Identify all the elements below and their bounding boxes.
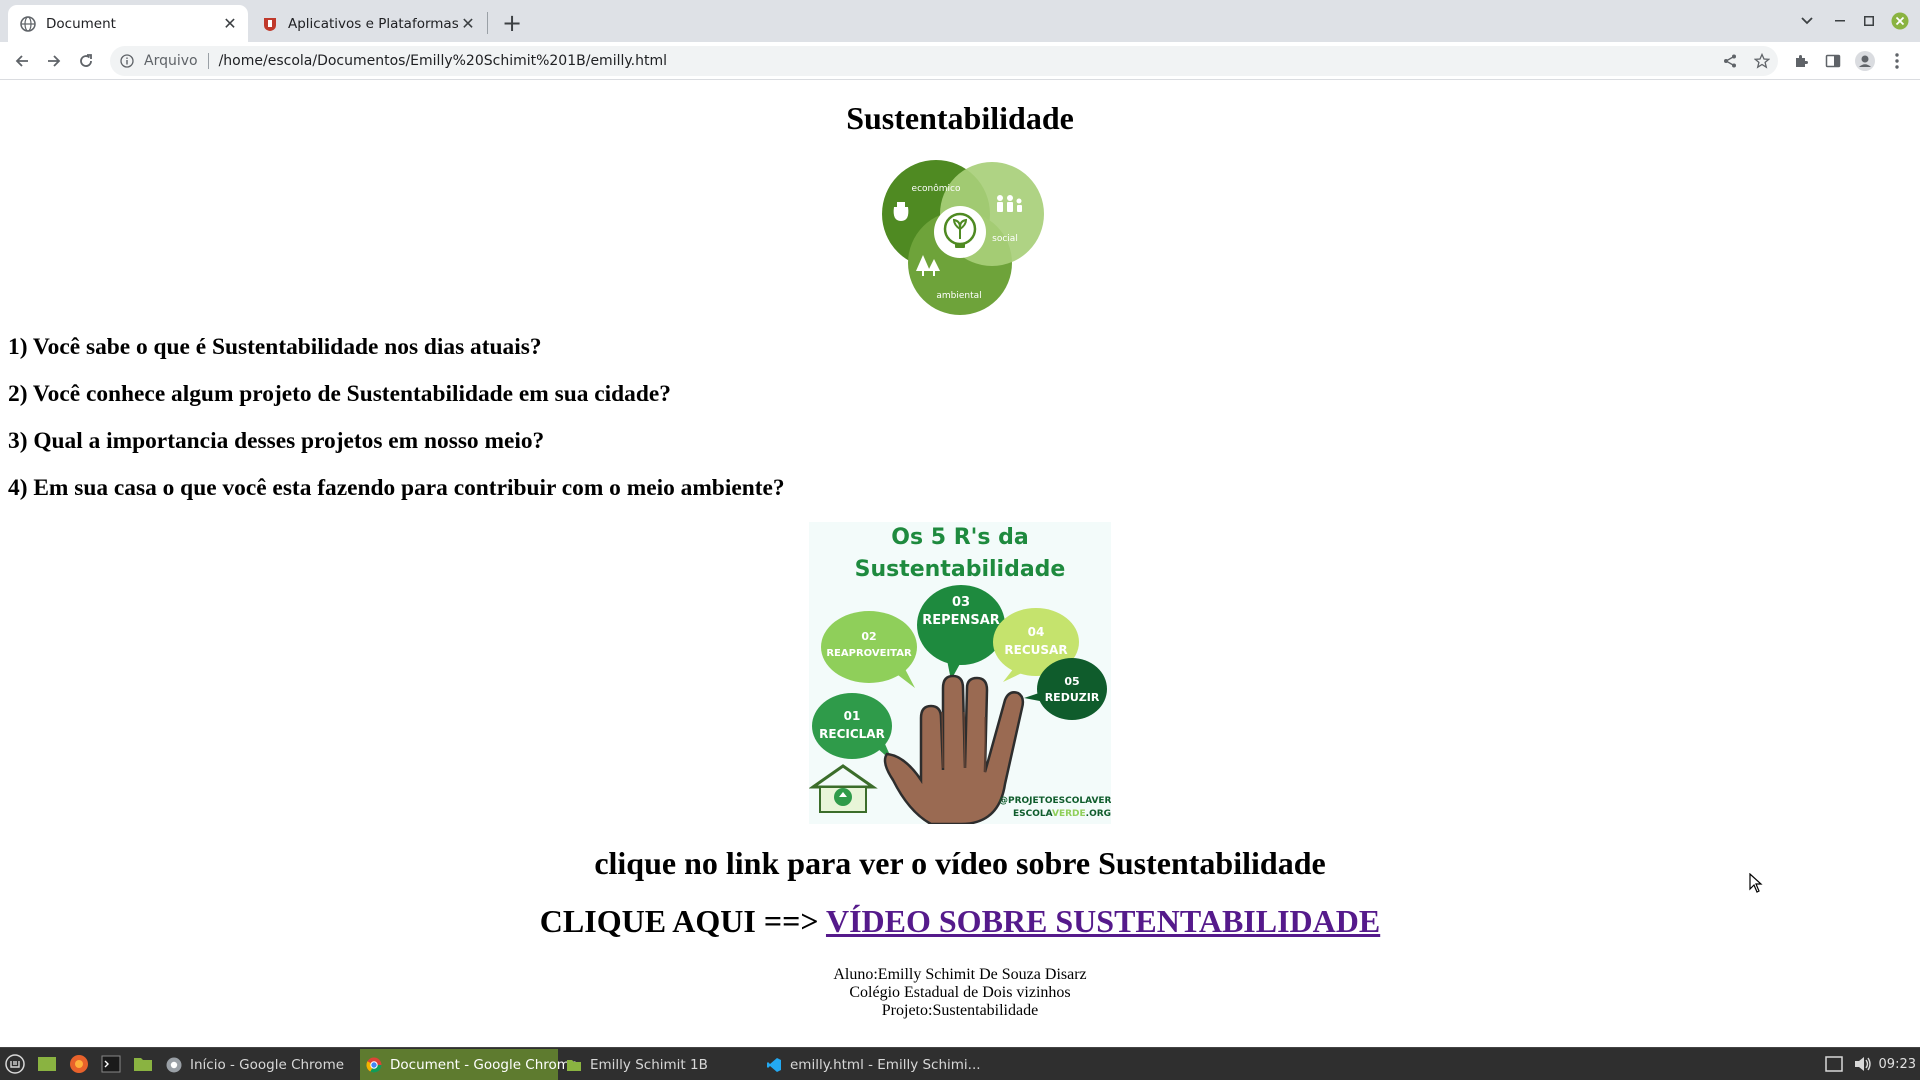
close-window-icon[interactable] [1886, 8, 1914, 34]
tab-divider [487, 12, 488, 34]
task-emilly-folder[interactable]: Emilly Schimit 1B [560, 1049, 758, 1080]
tab-search-icon[interactable] [1793, 8, 1821, 34]
browser-toolbar: Arquivo /home/escola/Documentos/Emilly%2… [0, 42, 1920, 80]
task-label: Início - Google Chrome [190, 1056, 345, 1073]
profile-avatar-icon[interactable] [1851, 47, 1879, 75]
bubble-03-label: REPENSAR [922, 613, 1000, 628]
poster-site-highlight: VERDE [1052, 809, 1086, 819]
mouse-cursor-icon [1749, 873, 1763, 893]
credits-block: Aluno:Emilly Schimit De Souza Disarz Col… [0, 966, 1920, 1020]
sustainability-venn-diagram: econômico social ambiental [882, 160, 1044, 315]
chrome-icon [366, 1057, 382, 1073]
firefox-icon[interactable] [68, 1053, 90, 1075]
link-prefix: CLIQUE AQUI ==> [539, 903, 826, 939]
new-tab-button[interactable]: + [498, 9, 526, 37]
maximize-icon[interactable] [1855, 8, 1883, 34]
bubble-05-label: REDUZIR [1045, 691, 1100, 704]
video-link-heading: CLIQUE AQUI ==> VÍDEO SOBRE SUSTENTABILI… [0, 903, 1920, 940]
side-panel-icon[interactable] [1819, 47, 1847, 75]
share-icon[interactable] [1717, 46, 1743, 76]
scheme-label: Arquivo [144, 53, 198, 69]
poster-handle: @PROJETOESCOLAVERDE [999, 796, 1111, 806]
task-vscode[interactable]: emilly.html - Emilly Schimi... [760, 1049, 981, 1080]
task-label: Emilly Schimit 1B [590, 1056, 708, 1073]
clock: 09:23 [1878, 1057, 1916, 1072]
venn-label-environmental: ambiental [936, 291, 981, 301]
site-favicon-icon [262, 16, 278, 32]
credit-school: Colégio Estadual de Dois vizinhos [849, 984, 1071, 1001]
url-text[interactable]: /home/escola/Documentos/Emilly%20Schimit… [219, 53, 667, 69]
menu-kebab-icon[interactable] [1883, 47, 1911, 75]
poster-title-line1: Os 5 R's da [891, 525, 1028, 550]
venn-label-social: social [992, 234, 1018, 244]
tab-title: Aplicativos e Plataformas Edu [288, 15, 458, 32]
question-3: 3) Qual a importancia desses projetos em… [8, 428, 545, 454]
os-taskbar: Início - Google Chrome Document - Google… [0, 1047, 1920, 1080]
bubble-01-num: 01 [844, 709, 861, 723]
five-rs-poster: Os 5 R's da Sustentabilidade 02 REAPROVE… [809, 522, 1111, 824]
tab-title: Document [46, 15, 116, 32]
close-tab-icon[interactable]: ✕ [220, 14, 240, 34]
page-title: Sustentabilidade [846, 100, 1074, 136]
tray-window-icon[interactable] [1823, 1053, 1845, 1075]
task-label: emilly.html - Emilly Schimi... [790, 1056, 981, 1073]
address-bar[interactable]: Arquivo /home/escola/Documentos/Emilly%2… [110, 46, 1778, 76]
scheme-divider [207, 53, 209, 69]
question-1: 1) Você sabe o que é Sustentabilidade no… [8, 334, 542, 360]
tab-aplicativos[interactable]: Aplicativos e Plataformas Edu ✕ [250, 5, 486, 42]
minimize-icon[interactable] [1826, 8, 1854, 34]
credit-project: Projeto:Sustentabilidade [881, 1002, 1039, 1019]
bubble-03-num: 03 [952, 595, 970, 610]
reload-button[interactable] [72, 47, 100, 75]
bubble-02-num: 02 [861, 630, 876, 643]
tab-strip: Document ✕ Aplicativos e Plataformas Edu… [0, 0, 1920, 42]
tab-document[interactable]: Document ✕ [8, 5, 248, 42]
terminal-icon[interactable] [100, 1053, 122, 1075]
bookmark-star-icon[interactable] [1749, 46, 1775, 76]
start-menu-icon[interactable] [4, 1053, 26, 1075]
folder-icon [566, 1057, 582, 1073]
task-label: Document - Google Chrome [390, 1056, 579, 1073]
bubble-05-num: 05 [1064, 675, 1079, 688]
question-2: 2) Você conhece algum projeto de Sustent… [8, 381, 671, 407]
poster-site: ESCOLAVERDE.ORG [1013, 809, 1111, 819]
globe-icon [20, 15, 36, 32]
close-tab-icon[interactable]: ✕ [458, 14, 478, 34]
task-inicio-chrome[interactable]: Início - Google Chrome [160, 1049, 358, 1080]
bubble-01-label: RECICLAR [819, 727, 885, 741]
credit-student: Aluno:Emilly Schimit De Souza Disarz [833, 966, 1087, 983]
bubble-02-label: REAPROVEITAR [826, 648, 912, 659]
page-content: Sustentabilidade econômico social ambien… [0, 81, 1920, 1047]
video-prompt-heading: clique no link para ver o vídeo sobre Su… [594, 845, 1326, 881]
back-button[interactable] [8, 47, 36, 75]
chrome-icon [166, 1057, 182, 1073]
video-link[interactable]: VÍDEO SOBRE SUSTENTABILIDADE [826, 903, 1380, 939]
venn-label-economic: econômico [912, 183, 961, 194]
task-document-chrome[interactable]: Document - Google Chrome [360, 1049, 578, 1080]
volume-icon[interactable] [1852, 1053, 1874, 1075]
vscode-icon [766, 1057, 782, 1073]
info-icon[interactable] [120, 53, 136, 69]
files-folder-icon[interactable] [132, 1053, 154, 1075]
poster-title-line2: Sustentabilidade [855, 557, 1066, 582]
poster-site-suffix: .ORG [1086, 809, 1111, 819]
bubble-04-label: RECUSAR [1004, 643, 1067, 657]
question-4: 4) Em sua casa o que você esta fazendo p… [8, 475, 785, 501]
bubble-04-num: 04 [1028, 625, 1045, 639]
forward-button[interactable] [40, 47, 68, 75]
show-desktop-icon[interactable] [36, 1053, 58, 1075]
extensions-icon[interactable] [1787, 47, 1815, 75]
poster-site-prefix: ESCOLA [1013, 809, 1053, 819]
